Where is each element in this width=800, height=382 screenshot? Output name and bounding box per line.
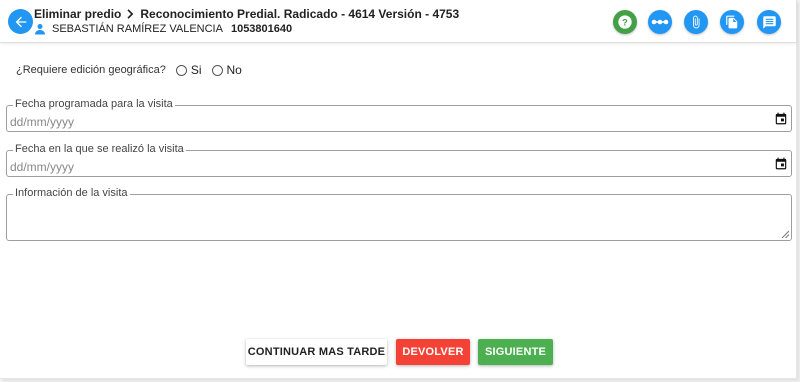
radio-option-no[interactable]: No	[211, 63, 242, 77]
geo-edit-question-row: ¿Requiere edición geográfica? Si No	[16, 63, 242, 77]
scheduled-visit-date-label: Fecha programada para la visita	[13, 98, 175, 110]
user-name: SEBASTIÁN RAMÍREZ VALENCIA	[52, 23, 223, 35]
return-button[interactable]: DEVOLVER	[396, 339, 470, 365]
breadcrumb-item-eliminar-predio[interactable]: Eliminar predio	[34, 7, 121, 21]
header-bar: Eliminar predio Reconocimiento Predial. …	[0, 0, 796, 43]
workflow-button[interactable]	[648, 10, 672, 34]
back-button[interactable]	[8, 9, 33, 34]
notes-icon	[762, 15, 776, 29]
help-button[interactable]: ?	[613, 10, 637, 34]
radio-option-si[interactable]: Si	[175, 63, 202, 77]
notes-button[interactable]	[757, 10, 781, 34]
chevron-right-icon	[126, 9, 135, 19]
breadcrumb-item-current: Reconocimiento Predial. Radicado - 4614 …	[140, 7, 460, 21]
breadcrumb: Eliminar predio Reconocimiento Predial. …	[34, 7, 459, 21]
next-button[interactable]: SIGUIENTE	[478, 339, 553, 365]
arrow-left-icon	[15, 16, 26, 27]
user-id: 1053801640	[230, 23, 293, 35]
help-icon: ?	[618, 15, 632, 29]
visit-info-textarea[interactable]: Información de la visita	[6, 187, 792, 241]
calendar-icon[interactable]	[774, 111, 788, 126]
radio-label-si: Si	[190, 63, 202, 77]
calendar-icon[interactable]	[774, 156, 788, 171]
documents-button[interactable]	[720, 10, 744, 34]
geo-edit-question: ¿Requiere edición geográfica?	[16, 64, 166, 76]
attachment-button[interactable]	[684, 10, 708, 34]
resize-grip-icon[interactable]	[781, 230, 789, 238]
main-panel: Eliminar predio Reconocimiento Predial. …	[0, 0, 797, 379]
workflow-icon	[651, 19, 669, 25]
scheduled-visit-date-field[interactable]: Fecha programada para la visita dd/mm/yy…	[6, 98, 792, 132]
radio-button-si[interactable]	[175, 64, 187, 76]
visit-info-label: Información de la visita	[13, 187, 130, 199]
continue-later-button[interactable]: CONTINUAR MAS TARDE	[246, 339, 387, 365]
documents-icon	[726, 15, 738, 29]
svg-text:?: ?	[622, 17, 628, 27]
actual-visit-date-label: Fecha en la que se realizó la visita	[13, 143, 186, 155]
user-info: SEBASTIÁN RAMÍREZ VALENCIA 1053801640	[34, 23, 292, 35]
actual-visit-date-input[interactable]: dd/mm/yyyy	[10, 160, 74, 174]
attachment-icon	[693, 15, 700, 29]
radio-label-no: No	[226, 63, 242, 77]
radio-button-no[interactable]	[211, 64, 223, 76]
actual-visit-date-field[interactable]: Fecha en la que se realizó la visita dd/…	[6, 143, 792, 177]
person-icon	[34, 23, 46, 35]
scheduled-visit-date-input[interactable]: dd/mm/yyyy	[10, 115, 74, 129]
